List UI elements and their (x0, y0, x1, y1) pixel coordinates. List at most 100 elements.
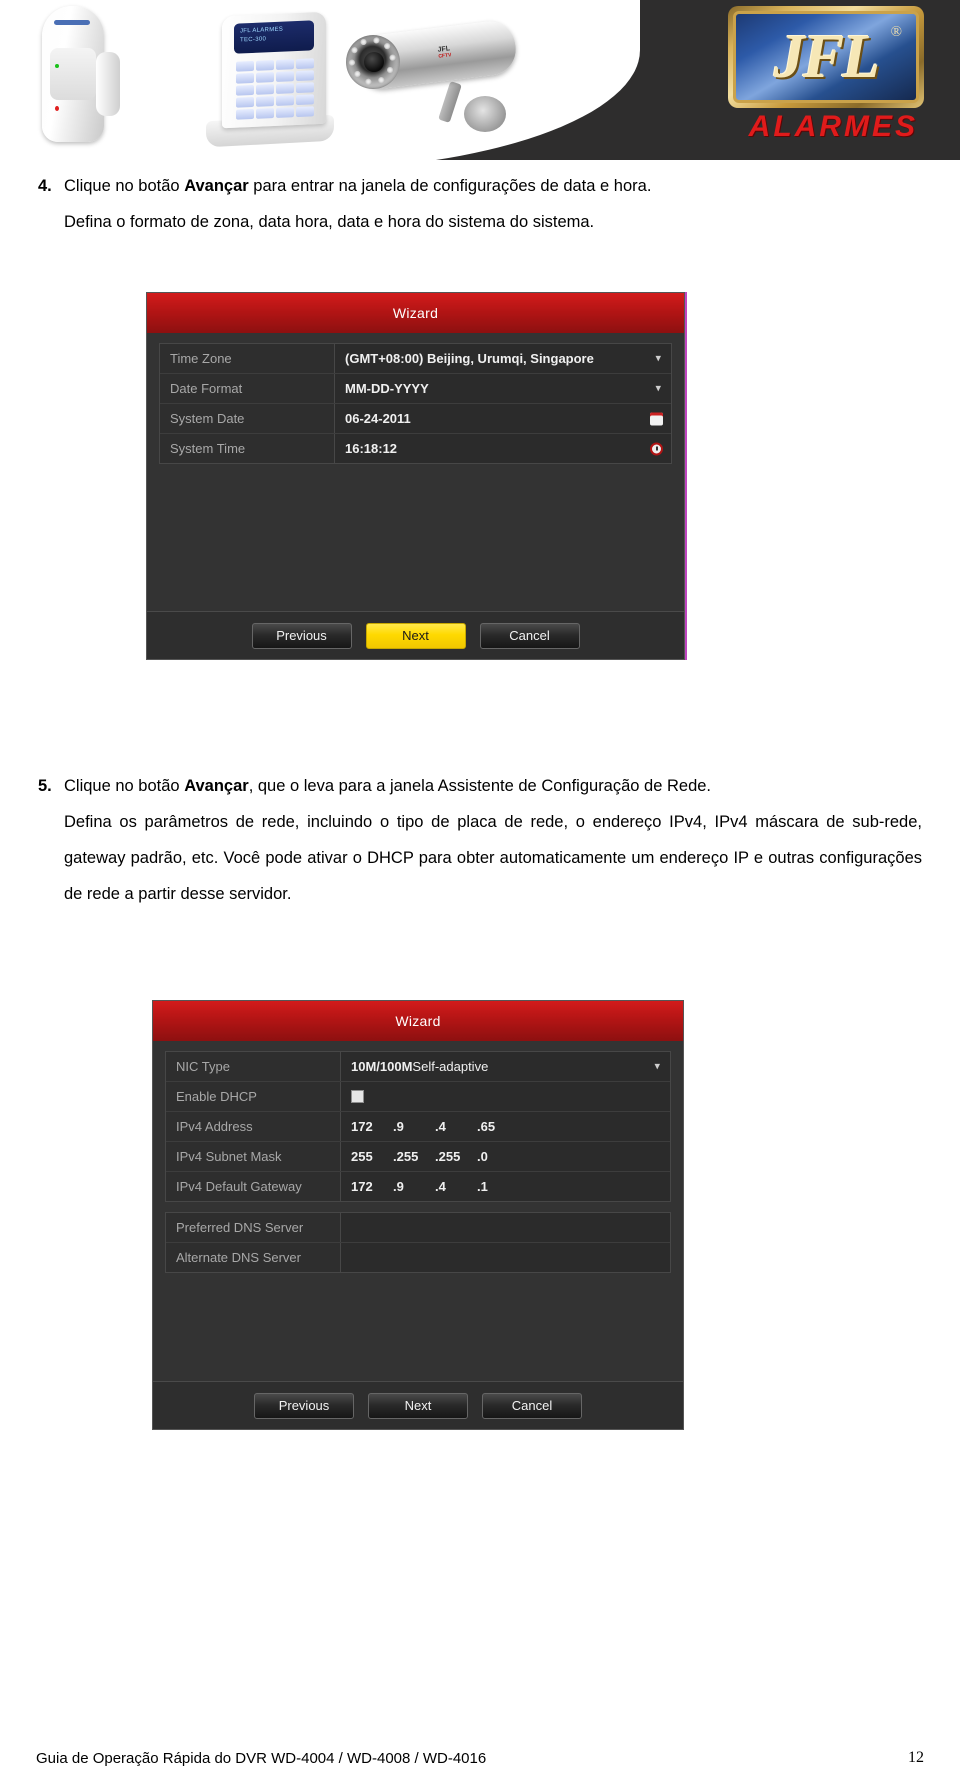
camera-ir-led (373, 37, 380, 44)
step-5-bold-term: Avançar (184, 777, 249, 795)
wizard-datetime-footer: Previous Next Cancel (147, 611, 684, 659)
camera-ir-led (389, 54, 396, 61)
value-system-time[interactable]: 16:18:12 (335, 434, 671, 463)
chevron-down-icon[interactable]: ▾ (655, 383, 661, 394)
step-5-line-1-text: Clique no botão Avançar, que o leva para… (64, 768, 922, 804)
row-date-format[interactable]: Date Format MM-DD-YYYY ▾ (160, 374, 671, 404)
keypad-key (296, 94, 314, 106)
footer-page-number: 12 (908, 1749, 924, 1766)
step-4: 4. Clique no botão Avançar para entrar n… (38, 168, 922, 240)
row-ipv4-subnet-mask[interactable]: IPv4 Subnet Mask 255 .255 .255 .0 (166, 1142, 670, 1172)
step-5-number: 5. (38, 777, 52, 795)
row-ipv4-default-gateway[interactable]: IPv4 Default Gateway 172 .9 .4 .1 (166, 1172, 670, 1201)
label-system-date: System Date (160, 404, 335, 433)
previous-button[interactable]: Previous (251, 622, 352, 649)
ipv4-address-octet-3[interactable]: .4 (435, 1119, 477, 1134)
ipv4-subnet-octet-3[interactable]: .255 (435, 1149, 477, 1164)
label-time-zone: Time Zone (160, 344, 335, 373)
keypad-key (296, 82, 314, 94)
label-system-time: System Time (160, 434, 335, 463)
wizard-network-body: NIC Type 10M/100M Self-adaptive ▾ Enable… (153, 1041, 683, 1273)
pir-top-strip (54, 20, 90, 25)
keypad-key (276, 59, 294, 70)
wizard-dialog-datetime[interactable]: Wizard Time Zone (GMT+08:00) Beijing, Ur… (146, 292, 685, 660)
clock-icon[interactable] (650, 442, 663, 455)
value-ipv4-address[interactable]: 172 .9 .4 .65 (341, 1112, 670, 1141)
ipv4-gateway-octet-4[interactable]: .1 (477, 1179, 519, 1194)
jfl-logo-inner: JFL ® (733, 11, 919, 103)
ipv4-gateway-octet-1[interactable]: 172 (351, 1179, 393, 1194)
camera-ir-led (360, 38, 367, 46)
calendar-icon[interactable] (650, 412, 663, 425)
ipv4-subnet-mask-octets[interactable]: 255 .255 .255 .0 (351, 1149, 519, 1164)
ipv4-address-octet-4[interactable]: .65 (477, 1119, 519, 1134)
step-5-line-1: 5. Clique no botão Avançar, que o leva p… (38, 768, 922, 804)
row-ipv4-address[interactable]: IPv4 Address 172 .9 .4 .65 (166, 1112, 670, 1142)
keypad-key (296, 106, 314, 118)
step-4-bold-term: Avançar (184, 177, 249, 195)
keypad-key (256, 84, 274, 95)
cancel-button[interactable]: Cancel (479, 622, 580, 649)
ipv4-address-octets[interactable]: 172 .9 .4 .65 (351, 1119, 519, 1134)
row-nic-type[interactable]: NIC Type 10M/100M Self-adaptive ▾ (166, 1052, 670, 1082)
chevron-down-icon[interactable]: ▾ (655, 353, 661, 364)
ipv4-address-octet-1[interactable]: 172 (351, 1119, 393, 1134)
value-enable-dhcp[interactable] (341, 1082, 670, 1111)
keypad-key (256, 72, 274, 83)
camera-ir-led (354, 70, 361, 78)
row-enable-dhcp[interactable]: Enable DHCP (166, 1082, 670, 1112)
next-button[interactable]: Next (368, 1392, 468, 1419)
camera-ir-led (386, 66, 394, 74)
value-time-zone[interactable]: (GMT+08:00) Beijing, Urumqi, Singapore (335, 344, 671, 373)
ipv4-gateway-octets[interactable]: 172 .9 .4 .1 (351, 1179, 519, 1194)
row-system-date[interactable]: System Date 06-24-2011 (160, 404, 671, 434)
keypad-lcd-line2: TEC-300 (240, 36, 267, 44)
value-nic-type[interactable]: 10M/100M Self-adaptive (341, 1052, 670, 1081)
wizard-datetime-body: Time Zone (GMT+08:00) Beijing, Urumqi, S… (147, 333, 684, 464)
label-ipv4-subnet-mask: IPv4 Subnet Mask (166, 1142, 341, 1171)
ipv4-subnet-octet-4[interactable]: .0 (477, 1149, 519, 1164)
ipv4-address-octet-2[interactable]: .9 (393, 1119, 435, 1134)
value-system-date[interactable]: 06-24-2011 (335, 404, 671, 433)
row-time-zone[interactable]: Time Zone (GMT+08:00) Beijing, Urumqi, S… (160, 344, 671, 374)
keypad-key (256, 60, 274, 71)
step-4-number: 4. (38, 177, 52, 195)
chevron-down-icon[interactable]: ▾ (654, 1061, 660, 1072)
keypad-key (296, 70, 314, 82)
value-preferred-dns-server[interactable] (341, 1213, 670, 1242)
keypad-key (276, 71, 294, 82)
label-ipv4-address: IPv4 Address (166, 1112, 341, 1141)
wizard-dialog-network[interactable]: Wizard NIC Type 10M/100M Self-adaptive ▾… (152, 1000, 684, 1430)
pir-red-led (55, 106, 59, 111)
row-preferred-dns-server[interactable]: Preferred DNS Server (166, 1213, 670, 1243)
previous-button[interactable]: Previous (254, 1392, 354, 1419)
value-nic-type-speed: 10M/100M (351, 1059, 413, 1074)
step-4-line-1: 4. Clique no botão Avançar para entrar n… (38, 168, 922, 204)
camera-ir-led (377, 76, 385, 84)
cancel-button[interactable]: Cancel (482, 1392, 582, 1419)
keypad-key (236, 60, 254, 72)
label-preferred-dns-server: Preferred DNS Server (166, 1213, 341, 1242)
value-alternate-dns-server[interactable] (341, 1243, 670, 1272)
value-date-format[interactable]: MM-DD-YYYY (335, 374, 671, 403)
camera-ir-led (365, 78, 372, 86)
label-ipv4-default-gateway: IPv4 Default Gateway (166, 1172, 341, 1201)
wizard-datetime-fields: Time Zone (GMT+08:00) Beijing, Urumqi, S… (159, 343, 672, 464)
ipv4-subnet-octet-2[interactable]: .255 (393, 1149, 435, 1164)
row-alternate-dns-server[interactable]: Alternate DNS Server (166, 1243, 670, 1272)
wizard-network-footer: Previous Next Cancel (153, 1381, 683, 1429)
value-ipv4-subnet-mask[interactable]: 255 .255 .255 .0 (341, 1142, 670, 1171)
jfl-logo-text: JFL (773, 22, 880, 91)
next-button[interactable]: Next (365, 622, 466, 649)
pir-lens (50, 48, 96, 100)
ipv4-gateway-octet-3[interactable]: .4 (435, 1179, 477, 1194)
label-enable-dhcp: Enable DHCP (166, 1082, 341, 1111)
row-system-time[interactable]: System Time 16:18:12 (160, 434, 671, 463)
ipv4-subnet-octet-1[interactable]: 255 (351, 1149, 393, 1164)
step-4-line-2: Defina o formato de zona, data hora, dat… (64, 213, 595, 231)
ipv4-gateway-octet-2[interactable]: .9 (393, 1179, 435, 1194)
enable-dhcp-checkbox[interactable] (351, 1090, 364, 1103)
keypad-key (236, 84, 254, 96)
value-ipv4-default-gateway[interactable]: 172 .9 .4 .1 (341, 1172, 670, 1201)
label-date-format: Date Format (160, 374, 335, 403)
